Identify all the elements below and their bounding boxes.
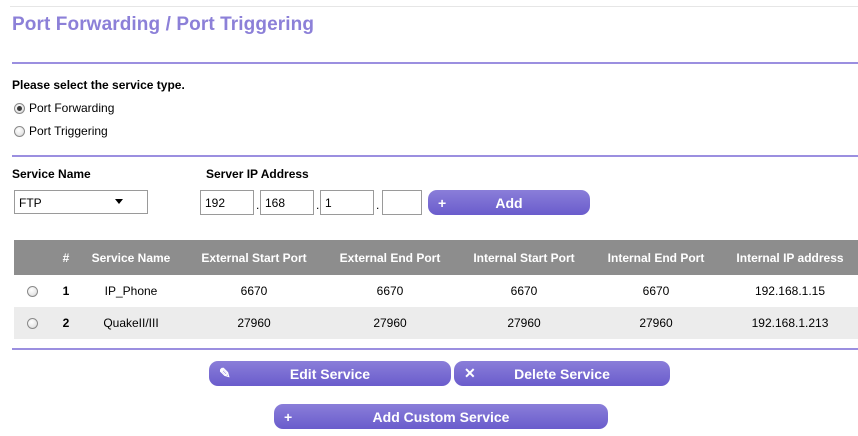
edit-service-button[interactable]: ✎ Edit Service [209, 361, 451, 386]
top-divider [10, 6, 858, 7]
service-name-value: FTP [19, 196, 42, 210]
row-internal-end: 27960 [639, 316, 673, 330]
ip-octet-3[interactable]: 1 [320, 190, 374, 215]
ip-octet-1[interactable]: 192 [200, 190, 254, 215]
row-select-radio[interactable] [26, 286, 38, 298]
add-button-label: Add [495, 194, 523, 211]
radio-port-forwarding[interactable]: Port Forwarding [14, 101, 114, 115]
row-select-cell [14, 307, 54, 339]
table-row: 1 IP_Phone 6670 6670 6670 6670 192.168.1… [14, 275, 858, 307]
row-select-cell [14, 275, 54, 307]
row-internal-start: 6670 [510, 284, 538, 298]
table-header-row: # Service Name External Start Port Exter… [14, 240, 858, 275]
header-internal-end-port: Internal End Port [607, 250, 705, 265]
add-custom-service-label: Add Custom Service [372, 408, 510, 425]
server-ip-label: Server IP Address [206, 167, 309, 181]
row-external-end: 27960 [373, 316, 407, 330]
section-divider [12, 155, 858, 157]
radio-port-triggering[interactable]: Port Triggering [14, 124, 108, 138]
row-internal-start: 27960 [507, 316, 541, 330]
radio-port-triggering-control[interactable] [14, 125, 25, 137]
row-external-start: 27960 [237, 316, 271, 330]
row-external-start: 6670 [240, 284, 268, 298]
row-number: 2 [62, 316, 70, 330]
chevron-down-icon [115, 199, 123, 204]
delete-service-button[interactable]: ✕ Delete Service [454, 361, 670, 386]
row-service-name: QuakeII/III [103, 316, 159, 330]
ip-octet-4[interactable] [382, 190, 422, 215]
ip-dot-separator: . [376, 198, 380, 212]
table-row: 2 QuakeII/III 27960 27960 27960 27960 19… [14, 307, 858, 339]
header-external-end-port: External End Port [339, 250, 441, 265]
radio-port-forwarding-control[interactable] [14, 102, 25, 114]
delete-service-label: Delete Service [514, 365, 610, 382]
header-external-start-port: External Start Port [201, 250, 307, 265]
page: Port Forwarding / Port Triggering Please… [2, 0, 858, 436]
page-title: Port Forwarding / Port Triggering [12, 14, 315, 35]
add-custom-service-button[interactable]: + Add Custom Service [274, 404, 608, 429]
row-service-name: IP_Phone [104, 284, 158, 298]
row-external-end: 6670 [376, 284, 404, 298]
table-divider [12, 348, 858, 350]
edit-service-label: Edit Service [289, 365, 371, 382]
row-internal-end: 6670 [642, 284, 670, 298]
header-internal-ip: Internal IP address [736, 250, 844, 265]
row-internal-ip: 192.168.1.15 [754, 284, 826, 298]
row-number: 1 [62, 284, 70, 298]
row-internal-ip: 192.168.1.213 [751, 316, 829, 330]
header-internal-start-port: Internal Start Port [473, 250, 575, 265]
radio-port-forwarding-label: Port Forwarding [29, 101, 115, 115]
title-divider [12, 62, 858, 64]
radio-port-triggering-label: Port Triggering [29, 124, 108, 138]
services-table: # Service Name External Start Port Exter… [14, 240, 858, 339]
service-type-prompt: Please select the service type. [12, 78, 185, 92]
header-service-name: Service Name [91, 250, 171, 265]
ip-dot-separator: . [256, 198, 260, 212]
service-name-label: Service Name [12, 167, 91, 181]
service-name-select[interactable]: FTP [14, 190, 148, 214]
header-select [14, 240, 54, 275]
row-select-radio[interactable] [26, 318, 38, 330]
header-number: # [62, 250, 70, 265]
ip-dot-separator: . [316, 198, 320, 212]
add-button[interactable]: + Add [428, 190, 590, 215]
ip-octet-2[interactable]: 168 [260, 190, 314, 215]
